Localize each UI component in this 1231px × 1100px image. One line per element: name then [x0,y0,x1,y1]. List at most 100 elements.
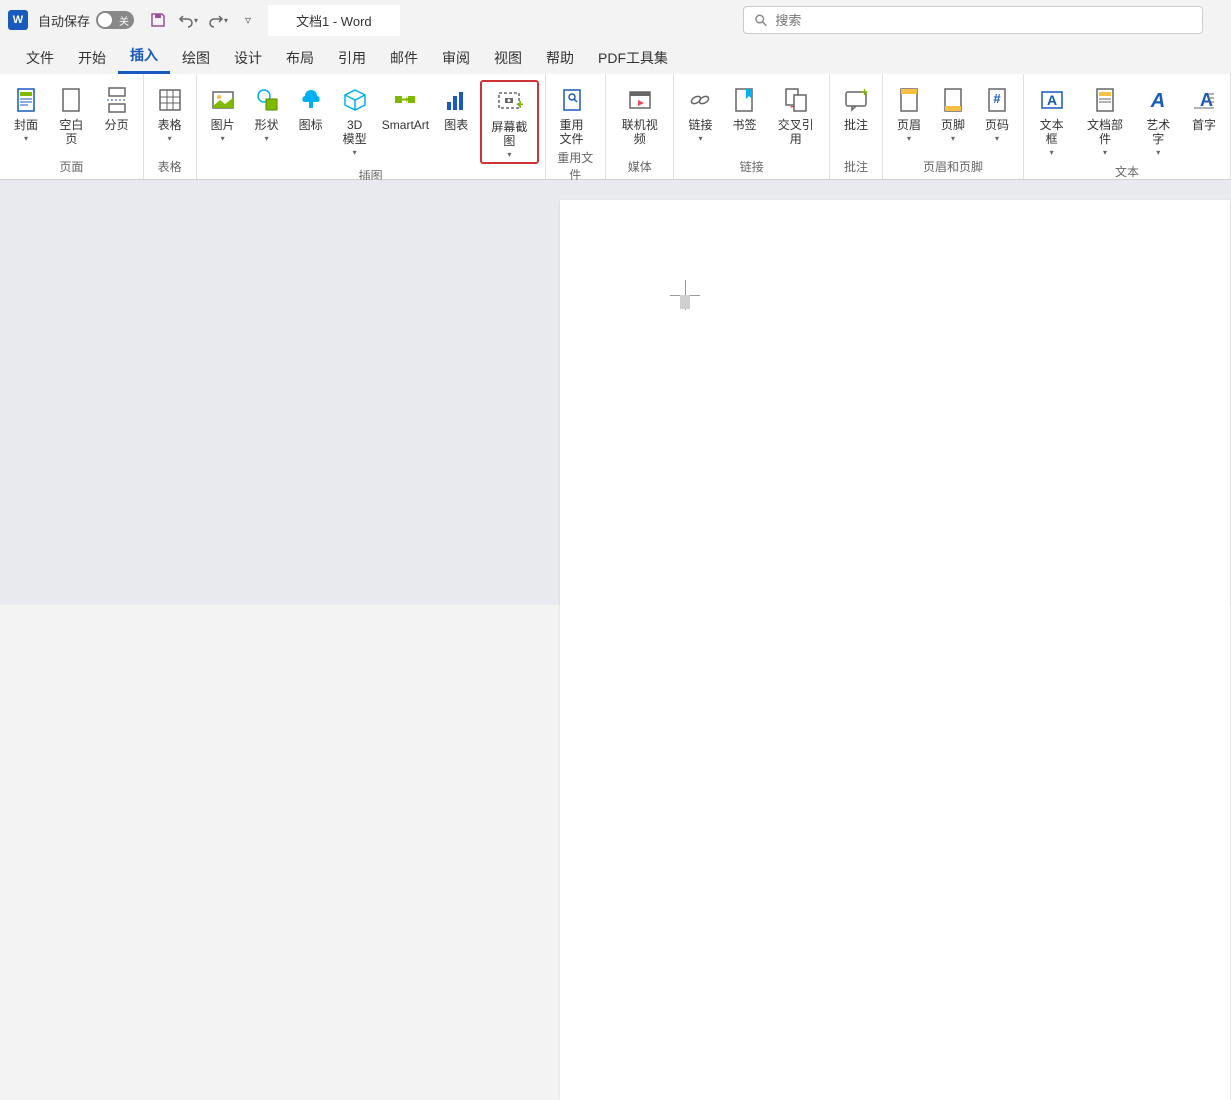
ribbon-group-表格: 表格▾表格 [144,74,197,179]
redo-button[interactable]: ▾ [208,10,228,30]
tab-开始[interactable]: 开始 [66,42,118,74]
comment-label: 批注 [844,118,868,146]
svg-text:A: A [1047,92,1057,108]
ribbon-group-文本: A文本框▾文档部件▾A艺术字▾A首字文本 [1024,74,1231,179]
undo-button[interactable]: ▾ [178,10,198,30]
drop-cap-icon: A [1188,84,1220,116]
group-label-页眉和页脚: 页眉和页脚 [889,155,1017,179]
drop-cap-button[interactable]: A首字 [1184,80,1224,146]
cross-reference-button[interactable]: -交叉引用 [768,80,823,146]
comment-button[interactable]: +批注 [836,80,876,146]
search-box[interactable] [743,6,1203,34]
chart-button[interactable]: 图表 [436,80,476,146]
svg-text:+: + [516,96,523,112]
tab-帮助[interactable]: 帮助 [534,42,586,74]
pictures-icon [207,84,239,116]
ribbon: 封面▾空白页分页页面表格▾表格图片▾形状▾图标3D模型 ▾SmartArt图表+… [0,74,1231,180]
wordart-label: 艺术字▾ [1141,118,1176,160]
header-icon [893,84,925,116]
screenshot-button[interactable]: + 屏幕截图▾ [480,80,538,164]
cover-page-icon [10,84,42,116]
tab-绘图[interactable]: 绘图 [170,42,222,74]
pictures-button[interactable]: 图片▾ [203,80,243,146]
tab-视图[interactable]: 视图 [482,42,534,74]
link-button[interactable]: 链接▾ [680,80,720,146]
page-break-label: 分页 [105,118,129,146]
text-box-label: 文本框▾ [1034,118,1069,160]
page-number-icon: # [981,84,1013,116]
blank-page-icon [55,84,87,116]
online-video-icon [624,84,656,116]
shapes-label: 形状▾ [255,118,279,146]
autosave-toggle[interactable]: 关 [96,11,134,29]
blank-page-button[interactable]: 空白页 [50,80,93,146]
drop-cap-label: 首字 [1192,118,1216,146]
toggle-knob [98,13,112,27]
ribbon-group-链接: 链接▾书签-交叉引用链接 [674,74,830,179]
ribbon-group-插图: 图片▾形状▾图标3D模型 ▾SmartArt图表+屏幕截图▾插图 [197,74,546,179]
page-break-icon [101,84,133,116]
document-canvas[interactable] [0,180,1231,605]
tab-邮件[interactable]: 邮件 [378,42,430,74]
page-number-button[interactable]: #页码▾ [977,80,1017,146]
header-label: 页眉▾ [897,118,921,146]
text-box-icon: A [1036,84,1068,116]
reuse-files-label: 重用文件 [559,118,583,146]
blank-page-label: 空白页 [54,118,89,146]
page-break-button[interactable]: 分页 [97,80,137,146]
quick-parts-icon [1089,84,1121,116]
tab-PDF工具集[interactable]: PDF工具集 [586,42,680,74]
cover-page-button[interactable]: 封面▾ [6,80,46,146]
svg-text:#: # [993,91,1001,106]
quick-parts-button[interactable]: 文档部件▾ [1077,80,1132,160]
chart-icon [440,84,472,116]
bookmark-button[interactable]: 书签 [724,80,764,146]
save-button[interactable] [148,10,168,30]
shapes-icon [251,84,283,116]
smartart-button[interactable]: SmartArt [379,80,433,146]
footer-button[interactable]: 页脚▾ [933,80,973,146]
footer-icon [937,84,969,116]
3d-models-icon [339,84,371,116]
table-icon [154,84,186,116]
search-input[interactable] [775,13,1192,28]
footer-label: 页脚▾ [941,118,965,146]
titlebar: W 自动保存 关 ▾ ▾ ▿ 文档1 - Word [0,0,1231,40]
tab-插入[interactable]: 插入 [118,39,170,74]
reuse-files-button[interactable]: 重用文件 [552,80,592,146]
shapes-button[interactable]: 形状▾ [247,80,287,146]
qat-customize[interactable]: ▿ [238,10,258,30]
ribbon-tabs: 文件开始插入绘图设计布局引用邮件审阅视图帮助PDF工具集 [0,40,1231,74]
smartart-icon [389,84,421,116]
table-button[interactable]: 表格▾ [150,80,190,146]
group-label-批注: 批注 [836,155,876,179]
cover-page-label: 封面▾ [14,118,38,146]
svg-text:-: - [790,99,794,113]
cross-reference-icon: - [780,84,812,116]
online-video-button[interactable]: 联机视频 [612,80,667,146]
text-box-button[interactable]: A 文本框▾ [1030,80,1073,160]
header-button[interactable]: 页眉▾ [889,80,929,146]
link-label: 链接▾ [688,118,712,146]
document-page[interactable] [560,200,1230,1100]
document-title-text: 文档1 - Word [296,14,372,29]
icons-button[interactable]: 图标 [291,80,331,146]
tab-审阅[interactable]: 审阅 [430,42,482,74]
online-video-label: 联机视频 [616,118,663,146]
screenshot-label: 屏幕截图▾ [486,120,532,162]
3d-models-button[interactable]: 3D模型 ▾ [335,80,375,160]
ribbon-group-批注: +批注批注 [830,74,883,179]
group-label-媒体: 媒体 [612,155,667,179]
tab-文件[interactable]: 文件 [14,42,66,74]
table-label: 表格▾ [158,118,182,146]
tab-设计[interactable]: 设计 [222,42,274,74]
3d-models-label: 3D模型 ▾ [343,118,367,160]
ribbon-group-媒体: 联机视频媒体 [606,74,674,179]
screenshot-icon: + [493,86,525,118]
tab-布局[interactable]: 布局 [274,42,326,74]
ribbon-group-页面: 封面▾空白页分页页面 [0,74,144,179]
tab-引用[interactable]: 引用 [326,42,378,74]
wordart-icon: A [1142,84,1174,116]
bookmark-icon [728,84,760,116]
wordart-button[interactable]: A艺术字▾ [1137,80,1180,160]
